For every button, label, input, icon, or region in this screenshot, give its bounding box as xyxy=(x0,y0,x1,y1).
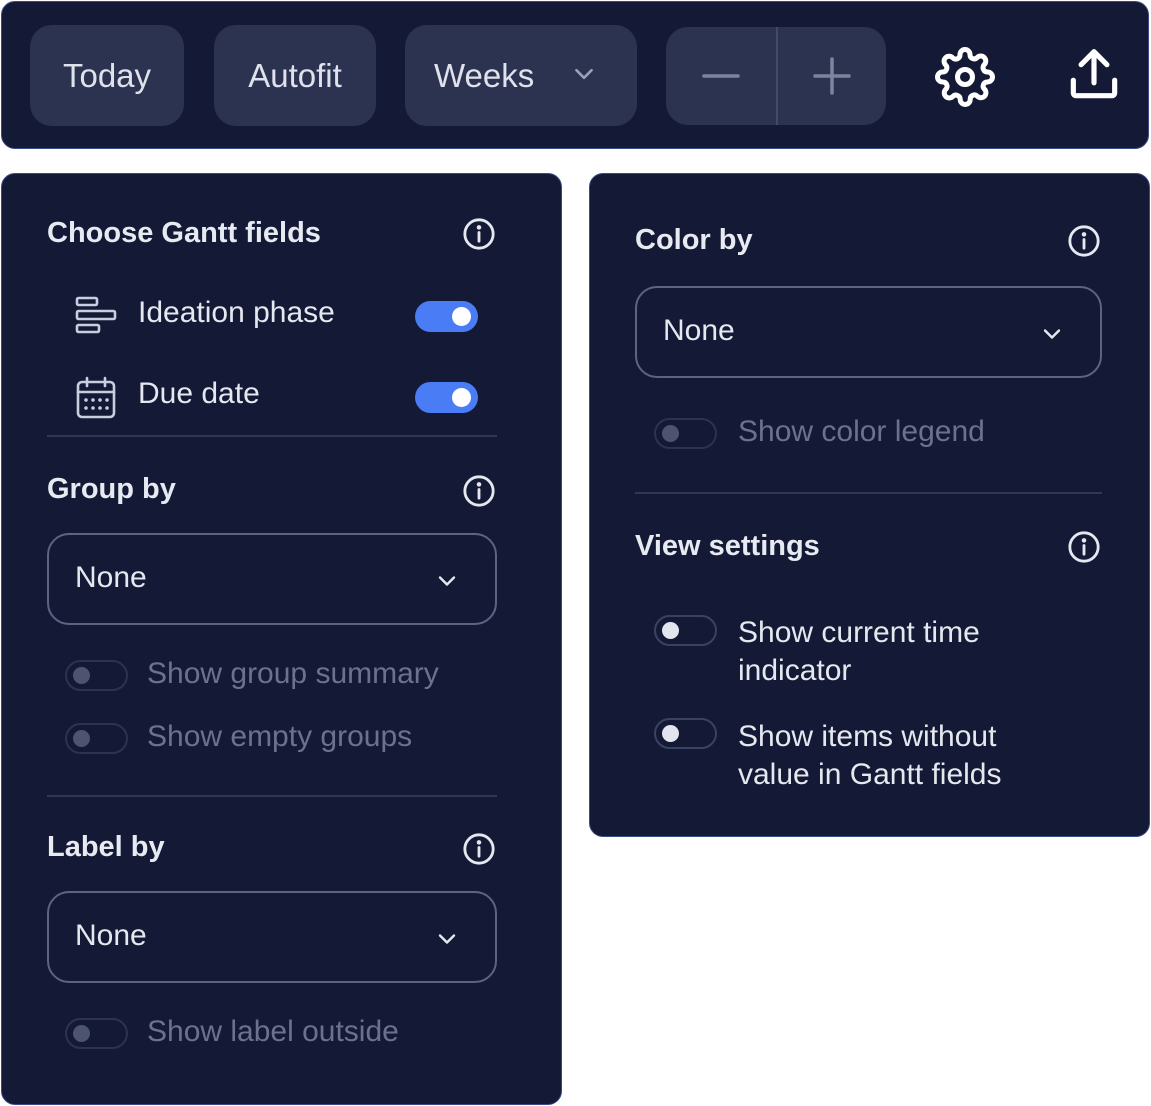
gantt-field-label: Ideation phase xyxy=(138,296,335,329)
label-by-value: None xyxy=(75,919,147,952)
group-by-value: None xyxy=(75,561,147,594)
timescale-dropdown[interactable]: Weeks xyxy=(405,25,637,126)
show-color-legend-toggle[interactable] xyxy=(654,418,717,449)
info-icon[interactable] xyxy=(462,217,496,251)
chevron-down-icon xyxy=(438,576,456,586)
toggle-knob xyxy=(452,307,471,326)
label-by-select[interactable]: None xyxy=(47,891,497,983)
export-button[interactable] xyxy=(1059,40,1129,110)
info-icon[interactable] xyxy=(1067,224,1101,258)
show-current-time-toggle[interactable] xyxy=(654,615,717,646)
info-icon[interactable] xyxy=(462,474,496,508)
label-line: indicator xyxy=(738,654,852,687)
gantt-fields-title: Choose Gantt fields xyxy=(47,217,321,249)
zoom-control xyxy=(666,27,886,125)
gantt-fields-panel: Choose Gantt fields Ideation phase Due d… xyxy=(1,173,562,1105)
section-divider xyxy=(47,435,497,437)
calendar-icon xyxy=(76,376,116,419)
due-date-toggle[interactable] xyxy=(415,382,478,413)
label-by-title: Label by xyxy=(47,831,165,863)
toggle-knob xyxy=(662,725,679,742)
color-by-value: None xyxy=(663,314,735,347)
gear-icon xyxy=(935,47,995,107)
show-label-outside-toggle[interactable] xyxy=(65,1018,128,1049)
gantt-field-ideation-phase: Ideation phase xyxy=(74,290,484,340)
zoom-out-button[interactable] xyxy=(666,27,776,125)
toggle-knob xyxy=(73,730,90,747)
chevron-down-icon xyxy=(575,68,593,80)
show-empty-groups-label: Show empty groups xyxy=(147,720,413,753)
color-by-title: Color by xyxy=(635,224,753,256)
show-color-legend-label: Show color legend xyxy=(738,415,985,448)
plus-icon xyxy=(813,57,851,95)
show-items-without-value-label: Show items without value in Gantt fields xyxy=(738,718,1001,794)
zoom-in-button[interactable] xyxy=(777,27,887,125)
color-by-select[interactable]: None xyxy=(635,286,1102,378)
ideation-phase-toggle[interactable] xyxy=(415,301,478,332)
gantt-field-label: Due date xyxy=(138,377,260,410)
show-current-time-label: Show current time indicator xyxy=(738,614,980,690)
info-icon[interactable] xyxy=(462,832,496,866)
toolbar: Today Autofit Weeks xyxy=(1,1,1149,149)
label-line: Show current time xyxy=(738,616,980,649)
view-settings-title: View settings xyxy=(635,530,820,562)
toggle-knob xyxy=(662,622,679,639)
toggle-knob xyxy=(662,425,679,442)
show-label-outside-label: Show label outside xyxy=(147,1015,399,1048)
group-by-title: Group by xyxy=(47,473,176,505)
section-divider xyxy=(635,492,1102,494)
settings-button[interactable] xyxy=(930,42,1000,112)
today-button[interactable]: Today xyxy=(30,25,184,126)
toggle-knob xyxy=(452,388,471,407)
show-group-summary-label: Show group summary xyxy=(147,657,439,690)
section-divider xyxy=(47,795,497,797)
color-view-panel: Color by None Show color legend View set… xyxy=(589,173,1150,837)
show-empty-groups-toggle[interactable] xyxy=(65,723,128,754)
chevron-down-icon xyxy=(1043,329,1061,339)
group-by-select[interactable]: None xyxy=(47,533,497,625)
gantt-field-due-date: Due date xyxy=(74,371,484,421)
timescale-value: Weeks xyxy=(434,56,535,94)
info-icon[interactable] xyxy=(1067,530,1101,564)
label-line: value in Gantt fields xyxy=(738,758,1002,791)
label-line: Show items without xyxy=(738,720,997,753)
toggle-knob xyxy=(73,1025,90,1042)
toggle-knob xyxy=(73,667,90,684)
minus-icon xyxy=(702,74,740,78)
timeline-icon xyxy=(75,296,117,334)
show-group-summary-toggle[interactable] xyxy=(65,660,128,691)
show-items-without-value-toggle[interactable] xyxy=(654,718,717,749)
upload-icon xyxy=(1070,49,1118,99)
chevron-down-icon xyxy=(438,934,456,944)
autofit-button[interactable]: Autofit xyxy=(214,25,376,126)
